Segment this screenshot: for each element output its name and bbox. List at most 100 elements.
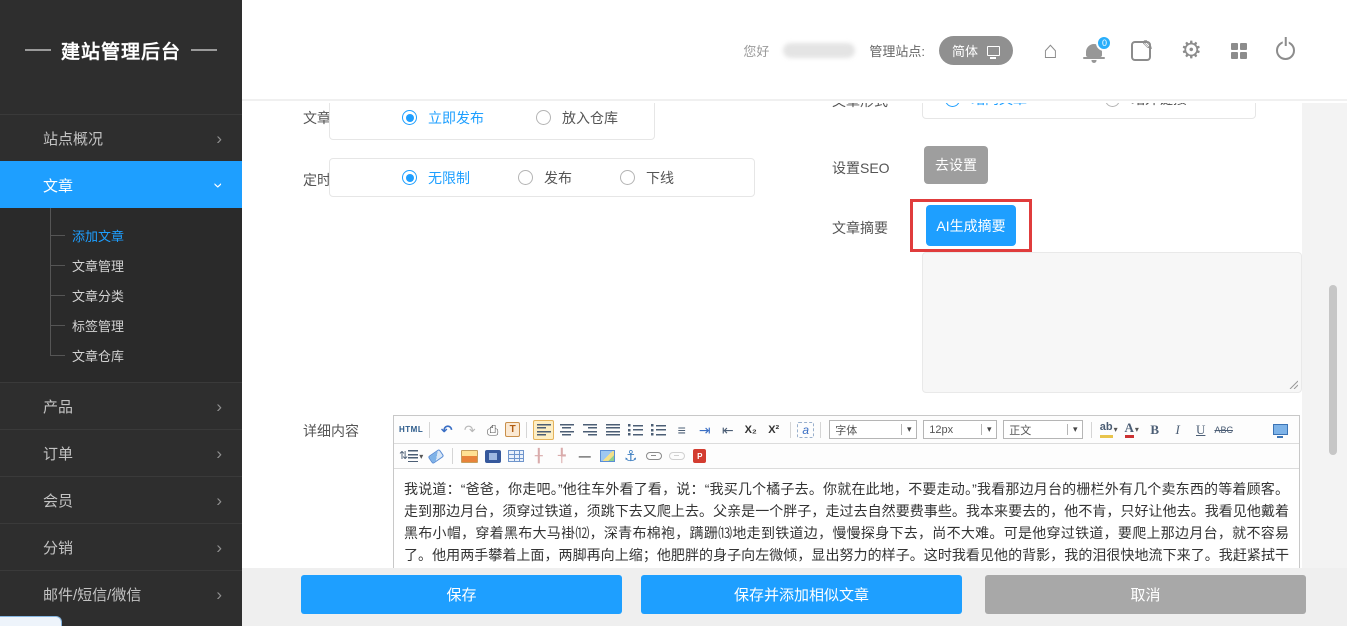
font-family-select[interactable]: 字体 ▾ <box>829 420 917 439</box>
radio-option-to-warehouse[interactable]: 放入仓库 <box>536 108 618 128</box>
sidebar-item-label: 邮件/短信/微信 <box>43 584 141 605</box>
notification-badge: 0 <box>1096 35 1112 51</box>
fullscreen-icon[interactable] <box>1273 424 1288 435</box>
radio-option-publish[interactable]: 发布 <box>518 168 572 188</box>
ordered-list-icon[interactable] <box>625 420 646 440</box>
logo-dash-left <box>25 49 51 51</box>
subitem-label: 文章管理 <box>72 256 124 275</box>
ai-generate-summary-button[interactable]: AI生成摘要 <box>926 205 1016 246</box>
power-icon[interactable] <box>1276 41 1295 60</box>
source-code-icon[interactable]: HTML <box>399 420 423 440</box>
column-break-icon[interactable]: ╄ <box>551 446 572 466</box>
remove-format-icon[interactable] <box>425 446 446 466</box>
bold-icon[interactable]: B <box>1144 420 1165 440</box>
radio-option-no-limit[interactable]: 无限制 <box>402 168 470 188</box>
first-line-indent-icon[interactable]: ≡ <box>671 420 692 440</box>
sidebar-subitem-article-manage[interactable]: 文章管理 <box>0 250 242 280</box>
language-preview-button[interactable]: 简体 <box>939 36 1013 65</box>
align-center-icon[interactable] <box>556 420 577 440</box>
unordered-list-icon[interactable] <box>648 420 669 440</box>
superscript-icon[interactable]: X² <box>763 420 784 440</box>
page-scrollbar-thumb[interactable] <box>1329 285 1337 455</box>
insert-table-icon[interactable] <box>505 446 526 466</box>
textarea-resize-handle[interactable] <box>1288 379 1298 389</box>
sidebar-subitem-add-article[interactable]: 添加文章 <box>0 220 242 250</box>
summary-textarea[interactable] <box>922 252 1302 393</box>
strikethrough-icon[interactable]: ABC <box>1213 420 1234 440</box>
link-glyph <box>646 452 662 460</box>
radio-label[interactable]: 站外链接 <box>1131 103 1187 109</box>
radio-label[interactable]: 发布 <box>544 168 572 188</box>
align-right-glyph <box>583 424 597 436</box>
radio-option-offline[interactable]: 下线 <box>620 168 674 188</box>
unlink-icon[interactable] <box>666 446 687 466</box>
paragraph-format-select[interactable]: 正文 ▾ <box>1003 420 1083 439</box>
notification-bell-icon[interactable]: 0 <box>1086 44 1102 57</box>
align-right-icon[interactable] <box>579 420 600 440</box>
page-break-icon[interactable]: ╂ <box>528 446 549 466</box>
gear-icon[interactable]: ⚙ <box>1180 39 1202 63</box>
toolbar-separator <box>452 448 453 464</box>
radio-label[interactable]: 站内文章 <box>971 103 1027 109</box>
caret-down-icon: ▾ <box>981 424 996 435</box>
radio-selected-icon[interactable] <box>945 103 960 107</box>
redo-icon[interactable]: ↷ <box>459 420 480 440</box>
insert-link-icon[interactable] <box>643 446 664 466</box>
sidebar-subitem-article-category[interactable]: 文章分类 <box>0 280 242 310</box>
radio-label[interactable]: 立即发布 <box>428 108 484 128</box>
radio-option-internal-article[interactable]: 站内文章 <box>945 103 1027 109</box>
save-button[interactable]: 保存 <box>301 575 622 614</box>
sidebar-item-articles[interactable]: 文章 › <box>0 161 242 208</box>
radio-option-external-link[interactable]: 站外链接 <box>1105 103 1187 109</box>
radio-selected-icon[interactable] <box>402 110 417 125</box>
chevron-right-icon: › <box>216 130 222 147</box>
sidebar-item-members[interactable]: 会员 › <box>0 476 242 523</box>
paste-text-icon[interactable]: T <box>505 422 520 437</box>
sidebar-item-mail-sms-wechat[interactable]: 邮件/短信/微信 › <box>0 570 242 617</box>
sidebar-item-orders[interactable]: 订单 › <box>0 429 242 476</box>
radio-icon[interactable] <box>518 170 533 185</box>
undo-icon[interactable]: ↶ <box>436 420 457 440</box>
sidebar-item-products[interactable]: 产品 › <box>0 382 242 429</box>
align-justify-icon[interactable] <box>602 420 623 440</box>
sidebar-item-site-overview[interactable]: 站点概况 › <box>0 114 242 161</box>
print-icon[interactable]: ⎙ <box>482 420 503 440</box>
line-height-icon[interactable]: ⇅▾ <box>399 446 423 466</box>
insert-image-icon[interactable] <box>459 446 480 466</box>
sidebar-item-label: 会员 <box>43 490 73 511</box>
home-icon[interactable]: ⌂ <box>1043 39 1058 63</box>
subscript-icon[interactable]: X₂ <box>740 420 761 440</box>
highlight-color-icon[interactable]: ab▾ <box>1098 420 1119 440</box>
radio-label[interactable]: 无限制 <box>428 168 470 188</box>
radio-icon[interactable] <box>620 170 635 185</box>
apps-grid-icon[interactable] <box>1231 43 1247 59</box>
underline-icon[interactable]: U <box>1190 420 1211 440</box>
import-word-pdf-icon[interactable]: P <box>689 446 710 466</box>
radio-option-publish-now[interactable]: 立即发布 <box>402 108 484 128</box>
seo-setting-button[interactable]: 去设置 <box>924 146 988 184</box>
editor-content-area[interactable]: 我说道：“爸爸，你走吧。”他往车外看了看，说：“我买几个橘子去。你就在此地，不要… <box>394 469 1299 568</box>
radio-icon[interactable] <box>1105 103 1120 107</box>
autotypeset-icon[interactable]: a <box>797 422 814 438</box>
anchor-icon[interactable]: ⚓ <box>620 446 641 466</box>
font-size-select[interactable]: 12px ▾ <box>923 420 997 439</box>
outdent-icon[interactable]: ⇤ <box>717 420 738 440</box>
scrawl-icon[interactable] <box>597 446 618 466</box>
font-color-icon[interactable]: A▾ <box>1121 420 1142 440</box>
insert-video-icon[interactable] <box>482 446 503 466</box>
sidebar-subitem-tag-manage[interactable]: 标签管理 <box>0 310 242 340</box>
radio-selected-icon[interactable] <box>402 170 417 185</box>
sidebar-item-distribution[interactable]: 分销 › <box>0 523 242 570</box>
radio-icon[interactable] <box>536 110 551 125</box>
sidebar-subitem-article-warehouse[interactable]: 文章仓库 <box>0 340 242 370</box>
align-left-icon[interactable] <box>533 420 554 440</box>
edit-icon[interactable]: ✎ <box>1131 41 1151 61</box>
toolbar-separator <box>1091 422 1092 438</box>
cancel-button[interactable]: 取消 <box>985 575 1306 614</box>
radio-label[interactable]: 下线 <box>646 168 674 188</box>
indent-icon[interactable]: ⇥ <box>694 420 715 440</box>
italic-icon[interactable]: I <box>1167 420 1188 440</box>
save-and-add-similar-button[interactable]: 保存并添加相似文章 <box>641 575 962 614</box>
horizontal-rule-icon[interactable]: — <box>574 446 595 466</box>
radio-label[interactable]: 放入仓库 <box>562 108 618 128</box>
